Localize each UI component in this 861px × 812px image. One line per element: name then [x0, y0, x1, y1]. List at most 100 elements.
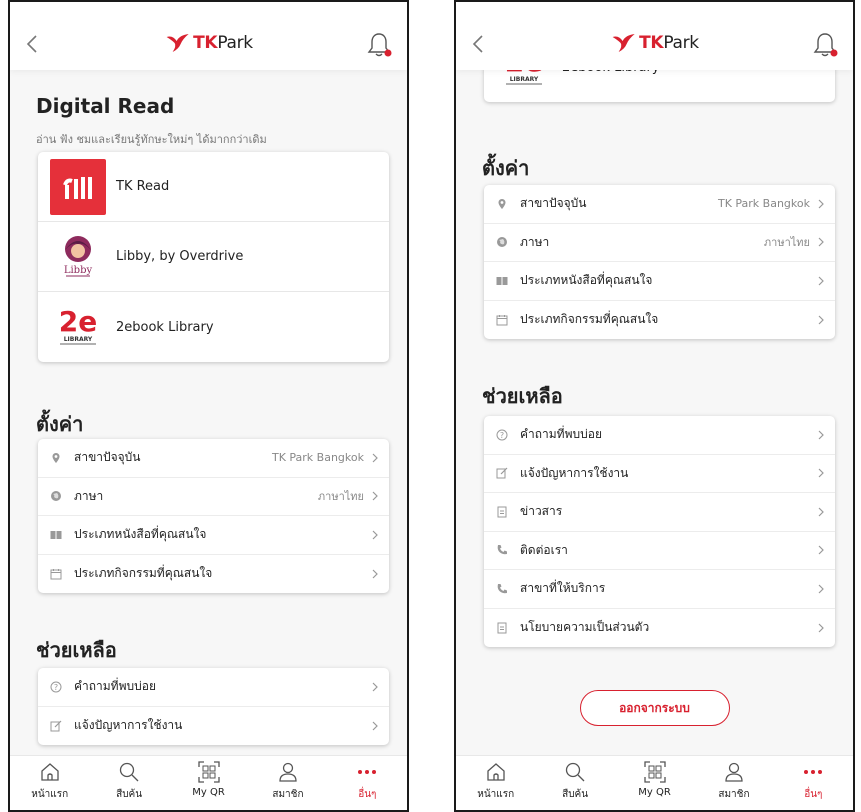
bell-icon[interactable] [365, 30, 393, 60]
help-title: ช่วยเหลือ [36, 638, 117, 662]
settings-item-book-types[interactable]: ประเภทหนังสือที่คุณสนใจ [38, 516, 389, 555]
question-icon: ? [496, 429, 508, 441]
screen-2: TKPark 2eLIBRARY 2ebook Library ตั้งค่า … [454, 0, 855, 812]
chevron-right-icon [818, 468, 824, 478]
user-icon [279, 762, 297, 782]
settings-item-label: ประเภทหนังสือที่คุณสนใจ [74, 527, 207, 542]
library-item-tk-read[interactable]: TK Read [38, 152, 389, 222]
help-title: ช่วยเหลือ [482, 384, 563, 408]
settings-item-label: ภาษา [74, 488, 104, 503]
settings-item-value: ภาษาไทย [317, 490, 364, 504]
help-item-report[interactable]: แจ้งปัญหาการใช้งาน [38, 707, 389, 746]
calendar-icon [496, 314, 508, 326]
help-item-faq[interactable]: ? คำถามที่พบบ่อย [38, 668, 389, 707]
nav-label: อื่นๆ [804, 789, 823, 800]
settings-item-branch[interactable]: สาขาปัจจุบัน TK Park Bangkok [484, 185, 835, 224]
help-item-label: ข่าวสาร [520, 504, 563, 519]
nav-label: หน้าแรก [477, 789, 515, 800]
back-arrow-icon[interactable] [470, 32, 488, 56]
logout-button[interactable]: ออกจากระบบ [579, 690, 730, 726]
library-item-label: TK Read [116, 179, 170, 194]
top-bar: TKPark [10, 2, 407, 70]
svg-text:LIBRARY: LIBRARY [510, 76, 539, 83]
home-icon [487, 763, 505, 781]
top-bar: TKPark [456, 2, 853, 70]
help-item-faq[interactable]: ? คำถามที่พบบ่อย [484, 416, 835, 455]
help-card: ? คำถามที่พบบ่อย แจ้งปัญหาการใช้งาน [38, 668, 389, 745]
logo-park-text: Park [217, 33, 253, 53]
chevron-right-icon [818, 545, 824, 555]
settings-item-branch[interactable]: สาขาปัจจุบัน TK Park Bangkok [38, 439, 389, 478]
chevron-right-icon [818, 507, 824, 517]
settings-item-activity-types[interactable]: ประเภทกิจกรรมที่คุณสนใจ [38, 555, 389, 594]
search-icon [119, 762, 139, 782]
svg-text:2e: 2e [59, 305, 97, 338]
settings-item-label: ประเภทกิจกรรมที่คุณสนใจ [520, 312, 659, 327]
screen-1: TKPark Digital Read อ่าน ฟัง ชมและเรียนร… [8, 0, 409, 812]
edit-icon [496, 467, 508, 479]
settings-item-book-types[interactable]: ประเภทหนังสือที่คุณสนใจ [484, 262, 835, 301]
nav-search[interactable]: สืบค้น [89, 756, 168, 810]
library-item-2ebook[interactable]: 2eLIBRARY 2ebook Library [38, 292, 389, 362]
app-logo: TKPark [610, 33, 699, 53]
nav-home[interactable]: หน้าแรก [456, 756, 535, 810]
chevron-right-icon [818, 623, 824, 633]
nav-my-qr[interactable]: My QR [615, 756, 694, 810]
settings-title: ตั้งค่า [482, 156, 530, 180]
nav-home[interactable]: หน้าแรก [10, 756, 89, 810]
digital-read-title: Digital Read [36, 94, 175, 118]
nav-search[interactable]: สืบค้น [535, 756, 614, 810]
digital-read-card-partial: 2eLIBRARY 2ebook Library [484, 70, 835, 102]
phone-icon [497, 545, 507, 555]
bottom-nav: หน้าแรก สืบค้น My QR สมาชิก อื่นๆ [456, 755, 853, 810]
chevron-right-icon [818, 584, 824, 594]
library-item-2ebook[interactable]: 2eLIBRARY 2ebook Library [484, 70, 835, 102]
svg-text:LIBRARY: LIBRARY [64, 336, 93, 343]
settings-item-language[interactable]: ภาษา ภาษาไทย [38, 478, 389, 516]
bell-icon[interactable] [811, 30, 839, 60]
chevron-right-icon [372, 491, 378, 501]
tk-bird-icon [612, 34, 635, 52]
nav-more[interactable]: อื่นๆ [328, 756, 407, 810]
help-item-label: คำถามที่พบบ่อย [74, 679, 156, 694]
main-content: 2eLIBRARY 2ebook Library ตั้งค่า สาขาปัจ… [456, 70, 853, 755]
help-item-privacy[interactable]: นโยบายความเป็นส่วนตัว [484, 609, 835, 648]
settings-item-language[interactable]: ภาษา ภาษาไทย [484, 224, 835, 262]
nav-label: หน้าแรก [31, 789, 69, 800]
location-icon [52, 452, 60, 463]
digital-read-card: TK Read Libby Libby, by Overdrive 2e LIBR… [38, 152, 389, 362]
nav-my-qr[interactable]: My QR [169, 756, 248, 810]
settings-title: ตั้งค่า [36, 412, 84, 436]
nav-label: สืบค้น [116, 789, 143, 800]
nav-member[interactable]: สมาชิก [248, 756, 327, 810]
library-item-label: Libby, by Overdrive [116, 249, 244, 264]
tk-bird-icon [166, 34, 189, 52]
help-item-report[interactable]: แจ้งปัญหาการใช้งาน [484, 455, 835, 493]
libby-logo-icon: Libby [50, 229, 106, 285]
help-item-contact[interactable]: ติดต่อเรา [484, 532, 835, 570]
user-icon [725, 762, 743, 782]
chevron-right-icon [372, 721, 378, 731]
help-item-label: นโยบายความเป็นส่วนตัว [520, 620, 650, 635]
settings-item-activity-types[interactable]: ประเภทกิจกรรมที่คุณสนใจ [484, 301, 835, 340]
tk-read-logo-icon [50, 158, 106, 215]
settings-card: สาขาปัจจุบัน TK Park Bangkok ภาษา ภาษาไท… [484, 185, 835, 339]
digital-read-subtitle: อ่าน ฟัง ชมและเรียนรู้ทักษะใหม่ๆ ได้มากก… [36, 133, 267, 146]
nav-label: อื่นๆ [358, 789, 377, 800]
document-icon [497, 506, 507, 518]
nav-member[interactable]: สมาชิก [694, 756, 773, 810]
nav-more[interactable]: อื่นๆ [774, 756, 853, 810]
question-icon: ? [50, 681, 62, 693]
nav-label: My QR [192, 787, 225, 798]
help-item-branches[interactable]: สาขาที่ให้บริการ [484, 570, 835, 609]
more-icon [358, 770, 377, 774]
chevron-right-icon [372, 530, 378, 540]
library-item-libby[interactable]: Libby Libby, by Overdrive [38, 222, 389, 292]
edit-icon [50, 720, 62, 732]
chevron-right-icon [818, 430, 824, 440]
help-item-label: ติดต่อเรา [520, 542, 568, 557]
library-item-label: 2ebook Library [116, 319, 214, 335]
location-icon [498, 198, 506, 209]
help-item-news[interactable]: ข่าวสาร [484, 493, 835, 532]
back-arrow-icon[interactable] [24, 32, 42, 56]
